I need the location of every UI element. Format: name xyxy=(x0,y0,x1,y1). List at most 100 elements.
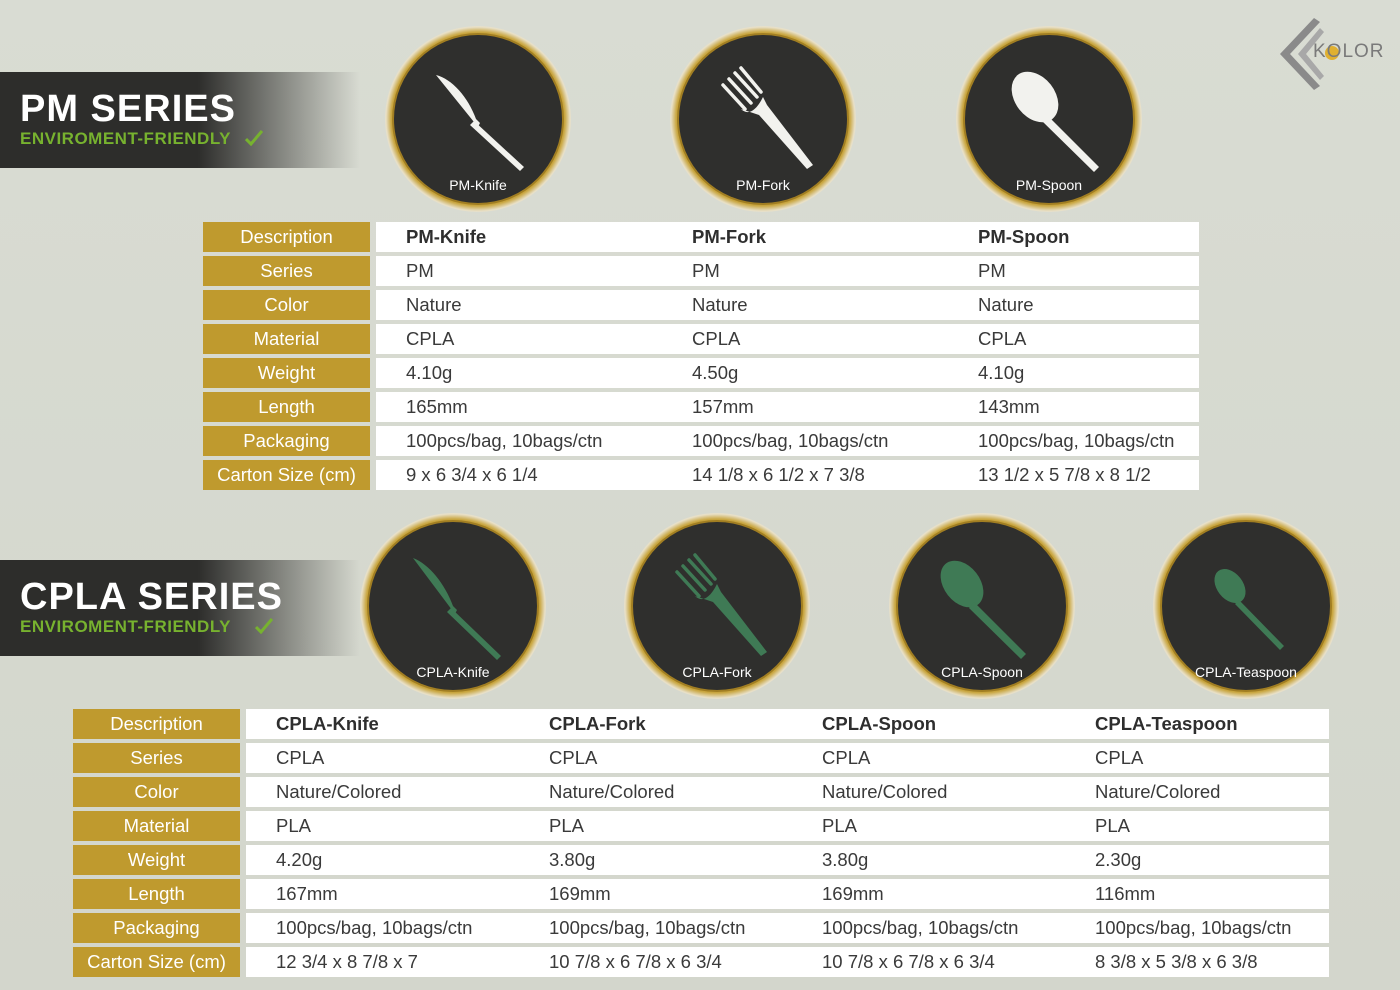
pm-series-subtitle: ENVIROMENT-FRIENDLY xyxy=(20,129,232,148)
table-row: Packaging 100pcs/bag, 10bags/ctn 100pcs/ba… xyxy=(73,913,1329,943)
row-label: Description xyxy=(73,709,240,739)
spec-value-cell: Nature xyxy=(662,290,948,320)
table-row: Length 167mm 169mm 169mm 116mm xyxy=(73,879,1329,909)
spec-value-cell: CPLA xyxy=(948,324,1199,354)
row-label: Packaging xyxy=(73,913,240,943)
spec-value-cell: 10 7/8 x 6 7/8 x 6 3/4 xyxy=(792,947,1065,977)
pm-knife-caption: PM-Knife xyxy=(449,177,507,193)
spec-value-cell: 4.10g xyxy=(376,358,662,388)
cpla-series-subtitle: ENVIROMENT-FRIENDLY xyxy=(20,617,232,636)
leaf-check-icon xyxy=(255,618,273,634)
spec-value-cell: Nature/Colored xyxy=(1065,777,1329,807)
spec-value-cell: 169mm xyxy=(792,879,1065,909)
spec-value-cell: 100pcs/bag, 10bags/ctn xyxy=(519,913,792,943)
pm-fork-image: PM-Fork xyxy=(670,26,856,212)
row-label: Series xyxy=(203,256,370,286)
row-label: Description xyxy=(203,222,370,252)
spec-value-cell: Nature/Colored xyxy=(246,777,519,807)
spec-value-cell: PM xyxy=(948,256,1199,286)
spec-value-cell: 12 3/4 x 8 7/8 x 7 xyxy=(246,947,519,977)
product-name-cell: PM-Fork xyxy=(662,222,948,252)
spec-value-cell: CPLA xyxy=(246,743,519,773)
product-name-cell: CPLA-Spoon xyxy=(792,709,1065,739)
product-name-cell: PM-Spoon xyxy=(948,222,1199,252)
pm-series-title: PM SERIES xyxy=(20,88,236,130)
spec-value-cell: 10 7/8 x 6 7/8 x 6 3/4 xyxy=(519,947,792,977)
cpla-series-banner: CPLA SERIES ENVIROMENT-FRIENDLY xyxy=(0,560,360,656)
spec-value-cell: PLA xyxy=(246,811,519,841)
spec-value-cell: Nature xyxy=(376,290,662,320)
spec-value-cell: 100pcs/bag, 10bags/ctn xyxy=(948,426,1199,456)
catalog-page: KOLOR PM SERIES ENVIROMENT-FRIENDLY PM-K… xyxy=(0,0,1400,990)
pm-spoon-caption: PM-Spoon xyxy=(1015,177,1083,193)
pm-fork-caption: PM-Fork xyxy=(736,177,790,193)
spec-value-cell: 4.20g xyxy=(246,845,519,875)
table-row: Color Nature Nature Nature xyxy=(203,290,1199,320)
leaf-check-icon xyxy=(245,130,263,146)
spec-value-cell: 169mm xyxy=(519,879,792,909)
pm-series-banner: PM SERIES ENVIROMENT-FRIENDLY xyxy=(0,72,360,168)
row-label: Carton Size (cm) xyxy=(203,460,370,490)
spec-value-cell: 100pcs/bag, 10bags/ctn xyxy=(792,913,1065,943)
spec-value-cell: 8 3/8 x 5 3/8 x 6 3/8 xyxy=(1065,947,1329,977)
table-row: Description PM-Knife PM-Fork PM-Spoon xyxy=(203,222,1199,252)
table-row: Series PM PM PM xyxy=(203,256,1199,286)
table-row: Color Nature/Colored Nature/Colored Nature/… xyxy=(73,777,1329,807)
spec-value-cell: 4.50g xyxy=(662,358,948,388)
spec-value-cell: CPLA xyxy=(792,743,1065,773)
row-label: Material xyxy=(203,324,370,354)
cpla-spoon-image: CPLA-Spoon xyxy=(889,513,1075,699)
row-label: Packaging xyxy=(203,426,370,456)
cpla-series-title: CPLA SERIES xyxy=(20,576,283,618)
row-label: Color xyxy=(203,290,370,320)
spec-value-cell: PLA xyxy=(519,811,792,841)
cpla-knife-image: CPLA-Knife xyxy=(360,513,546,699)
spec-value-cell: 2.30g xyxy=(1065,845,1329,875)
spec-value-cell: 116mm xyxy=(1065,879,1329,909)
row-label: Series xyxy=(73,743,240,773)
spec-value-cell: CPLA xyxy=(376,324,662,354)
cpla-fork-caption: CPLA-Fork xyxy=(682,664,752,680)
pm-spoon-image: PM-Spoon xyxy=(956,26,1142,212)
table-row: Length 165mm 157mm 143mm xyxy=(203,392,1199,422)
spec-value-cell: Nature/Colored xyxy=(519,777,792,807)
spec-value-cell: 3.80g xyxy=(792,845,1065,875)
cpla-teaspoon-caption: CPLA-Teaspoon xyxy=(1195,664,1297,680)
table-row: Packaging 100pcs/bag, 10bags/ctn 100pcs/ba… xyxy=(203,426,1199,456)
spec-value-cell: CPLA xyxy=(662,324,948,354)
spec-value-cell: CPLA xyxy=(1065,743,1329,773)
spec-value-cell: 167mm xyxy=(246,879,519,909)
table-row: Series CPLA CPLA CPLA CPLA xyxy=(73,743,1329,773)
cpla-fork-image: CPLA-Fork xyxy=(624,513,810,699)
row-label: Weight xyxy=(73,845,240,875)
row-label: Weight xyxy=(203,358,370,388)
cpla-spec-table: Description CPLA-Knife CPLA-Fork CPLA-Spoon… xyxy=(73,705,1329,981)
spec-value-cell: 157mm xyxy=(662,392,948,422)
table-row: Material PLA PLA PLA PLA xyxy=(73,811,1329,841)
product-name-cell: PM-Knife xyxy=(376,222,662,252)
table-row: Weight 4.10g 4.50g 4.10g xyxy=(203,358,1199,388)
product-name-cell: CPLA-Teaspoon xyxy=(1065,709,1329,739)
spec-value-cell: CPLA xyxy=(519,743,792,773)
table-row: Carton Size (cm) 9 x 6 3/4 x 6 1/4 14 1/8 … xyxy=(203,460,1199,490)
spec-value-cell: 100pcs/bag, 10bags/ctn xyxy=(246,913,519,943)
table-row: Weight 4.20g 3.80g 3.80g 2.30g xyxy=(73,845,1329,875)
spec-value-cell: PM xyxy=(376,256,662,286)
spec-value-cell: 3.80g xyxy=(519,845,792,875)
pm-spec-table: Description PM-Knife PM-Fork PM-Spoon Series… xyxy=(203,218,1199,494)
cpla-knife-caption: CPLA-Knife xyxy=(416,664,490,680)
row-label: Length xyxy=(203,392,370,422)
spec-value-cell: 143mm xyxy=(948,392,1199,422)
spec-value-cell: Nature/Colored xyxy=(792,777,1065,807)
row-label: Color xyxy=(73,777,240,807)
table-row: Material CPLA CPLA CPLA xyxy=(203,324,1199,354)
spec-value-cell: PLA xyxy=(1065,811,1329,841)
spec-value-cell: 100pcs/bag, 10bags/ctn xyxy=(1065,913,1329,943)
spec-value-cell: 13 1/2 x 5 7/8 x 8 1/2 xyxy=(948,460,1199,490)
product-name-cell: CPLA-Knife xyxy=(246,709,519,739)
product-name-cell: CPLA-Fork xyxy=(519,709,792,739)
spec-value-cell: PM xyxy=(662,256,948,286)
spec-value-cell: 100pcs/bag, 10bags/ctn xyxy=(376,426,662,456)
spec-value-cell: 4.10g xyxy=(948,358,1199,388)
spec-value-cell: 165mm xyxy=(376,392,662,422)
